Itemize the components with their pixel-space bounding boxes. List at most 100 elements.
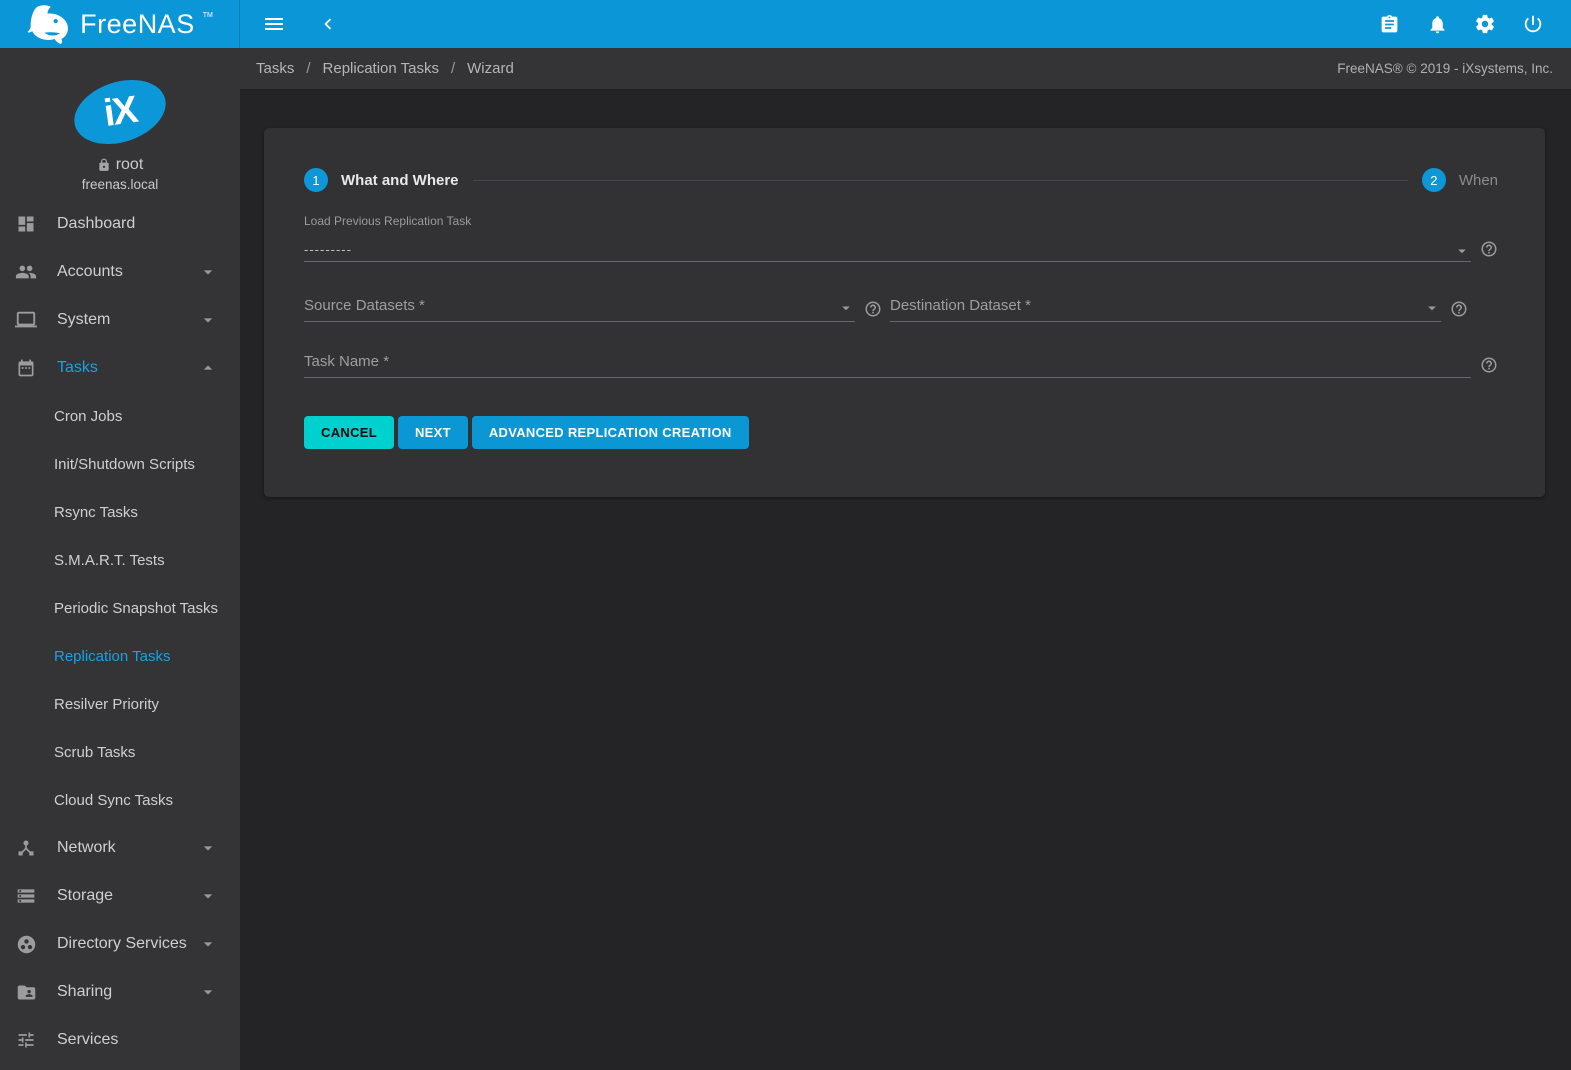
sidebar-item-replication-tasks[interactable]: Replication Tasks xyxy=(0,632,240,680)
sidebar-item-label: Rsync Tasks xyxy=(54,504,138,521)
user-name: root xyxy=(0,156,240,174)
settings-icon[interactable] xyxy=(1467,6,1503,42)
chevron-up-icon xyxy=(198,358,218,378)
breadcrumb-separator: / xyxy=(451,60,455,77)
sidebar-item-label: Cron Jobs xyxy=(54,408,122,425)
dropdown-arrow-icon xyxy=(1423,299,1441,317)
sidebar-item-services[interactable]: Services xyxy=(0,1016,240,1064)
chevron-down-icon xyxy=(198,838,218,858)
sidebar-item-label: System xyxy=(57,311,110,329)
brand-trademark: TM xyxy=(203,12,213,19)
power-icon[interactable] xyxy=(1515,6,1551,42)
source-datasets-select[interactable]: Source Datasets * xyxy=(304,288,855,322)
dropdown-arrow-icon xyxy=(1453,242,1471,260)
load-previous-task-select[interactable]: --------- xyxy=(304,238,1471,262)
sidebar-item-resilver-priority[interactable]: Resilver Priority xyxy=(0,680,240,728)
dropdown-arrow-icon xyxy=(837,299,855,317)
help-icon[interactable] xyxy=(1480,356,1498,374)
sidebar-item-storage[interactable]: Storage xyxy=(0,872,240,920)
freenas-shark-icon xyxy=(27,4,73,44)
breadcrumb-wizard: Wizard xyxy=(467,60,514,77)
replication-wizard-card: 1 What and Where 2 When Load Previous Re… xyxy=(264,128,1545,497)
notifications-icon[interactable] xyxy=(1419,6,1455,42)
load-previous-task-label: Load Previous Replication Task xyxy=(304,214,1498,228)
next-button[interactable]: NEXT xyxy=(398,416,468,449)
user-panel: iX root freenas.local xyxy=(0,48,240,192)
stepper-connector-line xyxy=(473,180,1408,181)
sidebar-item-label: Resilver Priority xyxy=(54,696,159,713)
sidebar-item-dashboard[interactable]: Dashboard xyxy=(0,200,240,248)
task-name-label: Task Name * xyxy=(304,353,389,370)
menu-icon[interactable] xyxy=(256,6,292,42)
step-1-badge[interactable]: 1 xyxy=(304,168,328,192)
sidebar-item-tasks[interactable]: Tasks xyxy=(0,344,240,392)
sidebar-item-label: Network xyxy=(57,839,116,857)
sidebar-item-label: Replication Tasks xyxy=(54,648,170,665)
chevron-down-icon xyxy=(198,262,218,282)
sidebar-item-scrub-tasks[interactable]: Scrub Tasks xyxy=(0,728,240,776)
main-area: Tasks / Replication Tasks / Wizard FreeN… xyxy=(240,48,1571,1070)
destination-dataset-select[interactable]: Destination Dataset * xyxy=(890,288,1441,322)
sidebar: iX root freenas.local Dashboard Accounts… xyxy=(0,48,240,1070)
sidebar-item-label: Accounts xyxy=(57,263,123,281)
help-icon[interactable] xyxy=(864,300,882,318)
directory-services-icon xyxy=(14,934,38,955)
help-icon[interactable] xyxy=(1450,300,1468,318)
system-icon xyxy=(14,309,38,331)
step-2-label: When xyxy=(1459,172,1498,189)
help-icon[interactable] xyxy=(1480,240,1498,258)
services-icon xyxy=(14,1030,38,1050)
ix-logo-text: iX xyxy=(101,88,139,135)
sidebar-item-label: Dashboard xyxy=(57,215,135,233)
sidebar-item-rsync-tasks[interactable]: Rsync Tasks xyxy=(0,488,240,536)
sidebar-item-network[interactable]: Network xyxy=(0,824,240,872)
sidebar-item-periodic-snapshot-tasks[interactable]: Periodic Snapshot Tasks xyxy=(0,584,240,632)
breadcrumb: Tasks / Replication Tasks / Wizard xyxy=(256,60,514,77)
top-bar: FreeNAS TM xyxy=(0,0,1571,48)
sidebar-item-label: Tasks xyxy=(57,359,98,377)
source-datasets-label: Source Datasets * xyxy=(304,297,425,314)
step-1-label: What and Where xyxy=(341,172,459,189)
sharing-icon xyxy=(14,982,38,1003)
user-label: root xyxy=(116,156,144,174)
sidebar-item-label: Scrub Tasks xyxy=(54,744,135,761)
sidebar-item-accounts[interactable]: Accounts xyxy=(0,248,240,296)
destination-dataset-label: Destination Dataset * xyxy=(890,297,1031,314)
chevron-down-icon xyxy=(198,886,218,906)
chevron-down-icon xyxy=(198,934,218,954)
sidebar-item-label: Cloud Sync Tasks xyxy=(54,792,173,809)
sidebar-nav: Dashboard Accounts System Tasks Cron Job… xyxy=(0,200,240,1064)
sidebar-item-label: Directory Services xyxy=(57,935,187,953)
sidebar-item-system[interactable]: System xyxy=(0,296,240,344)
breadcrumb-separator: / xyxy=(306,60,310,77)
freenas-logo: FreeNAS TM xyxy=(0,0,240,48)
advanced-replication-creation-button[interactable]: ADVANCED REPLICATION CREATION xyxy=(472,416,749,449)
brand-text: FreeNAS xyxy=(80,9,195,40)
storage-icon xyxy=(14,886,38,906)
sidebar-item-init-shutdown-scripts[interactable]: Init/Shutdown Scripts xyxy=(0,440,240,488)
sidebar-item-label: S.M.A.R.T. Tests xyxy=(54,552,165,569)
task-name-input[interactable]: Task Name * xyxy=(304,344,1471,378)
step-2-badge[interactable]: 2 xyxy=(1422,168,1446,192)
breadcrumb-tasks[interactable]: Tasks xyxy=(256,60,294,77)
sidebar-item-smart-tests[interactable]: S.M.A.R.T. Tests xyxy=(0,536,240,584)
breadcrumb-bar: Tasks / Replication Tasks / Wizard FreeN… xyxy=(240,48,1571,90)
clipboard-icon[interactable] xyxy=(1371,6,1407,42)
accounts-icon xyxy=(14,261,38,283)
sidebar-item-sharing[interactable]: Sharing xyxy=(0,968,240,1016)
sidebar-item-label: Services xyxy=(57,1031,118,1049)
load-previous-task-value: --------- xyxy=(304,242,352,257)
network-icon xyxy=(14,838,38,858)
breadcrumb-replication-tasks[interactable]: Replication Tasks xyxy=(323,60,439,77)
copyright-note: FreeNAS® © 2019 - iXsystems, Inc. xyxy=(1337,61,1553,76)
sidebar-item-directory-services[interactable]: Directory Services xyxy=(0,920,240,968)
back-icon[interactable] xyxy=(310,6,346,42)
ix-logo: iX xyxy=(66,69,174,155)
sidebar-item-cloud-sync-tasks[interactable]: Cloud Sync Tasks xyxy=(0,776,240,824)
sidebar-item-cron-jobs[interactable]: Cron Jobs xyxy=(0,392,240,440)
cancel-button[interactable]: CANCEL xyxy=(304,416,394,449)
hostname: freenas.local xyxy=(0,177,240,192)
chevron-down-icon xyxy=(198,310,218,330)
sidebar-item-label: Init/Shutdown Scripts xyxy=(54,456,195,473)
wizard-stepper: 1 What and Where 2 When xyxy=(304,168,1498,192)
